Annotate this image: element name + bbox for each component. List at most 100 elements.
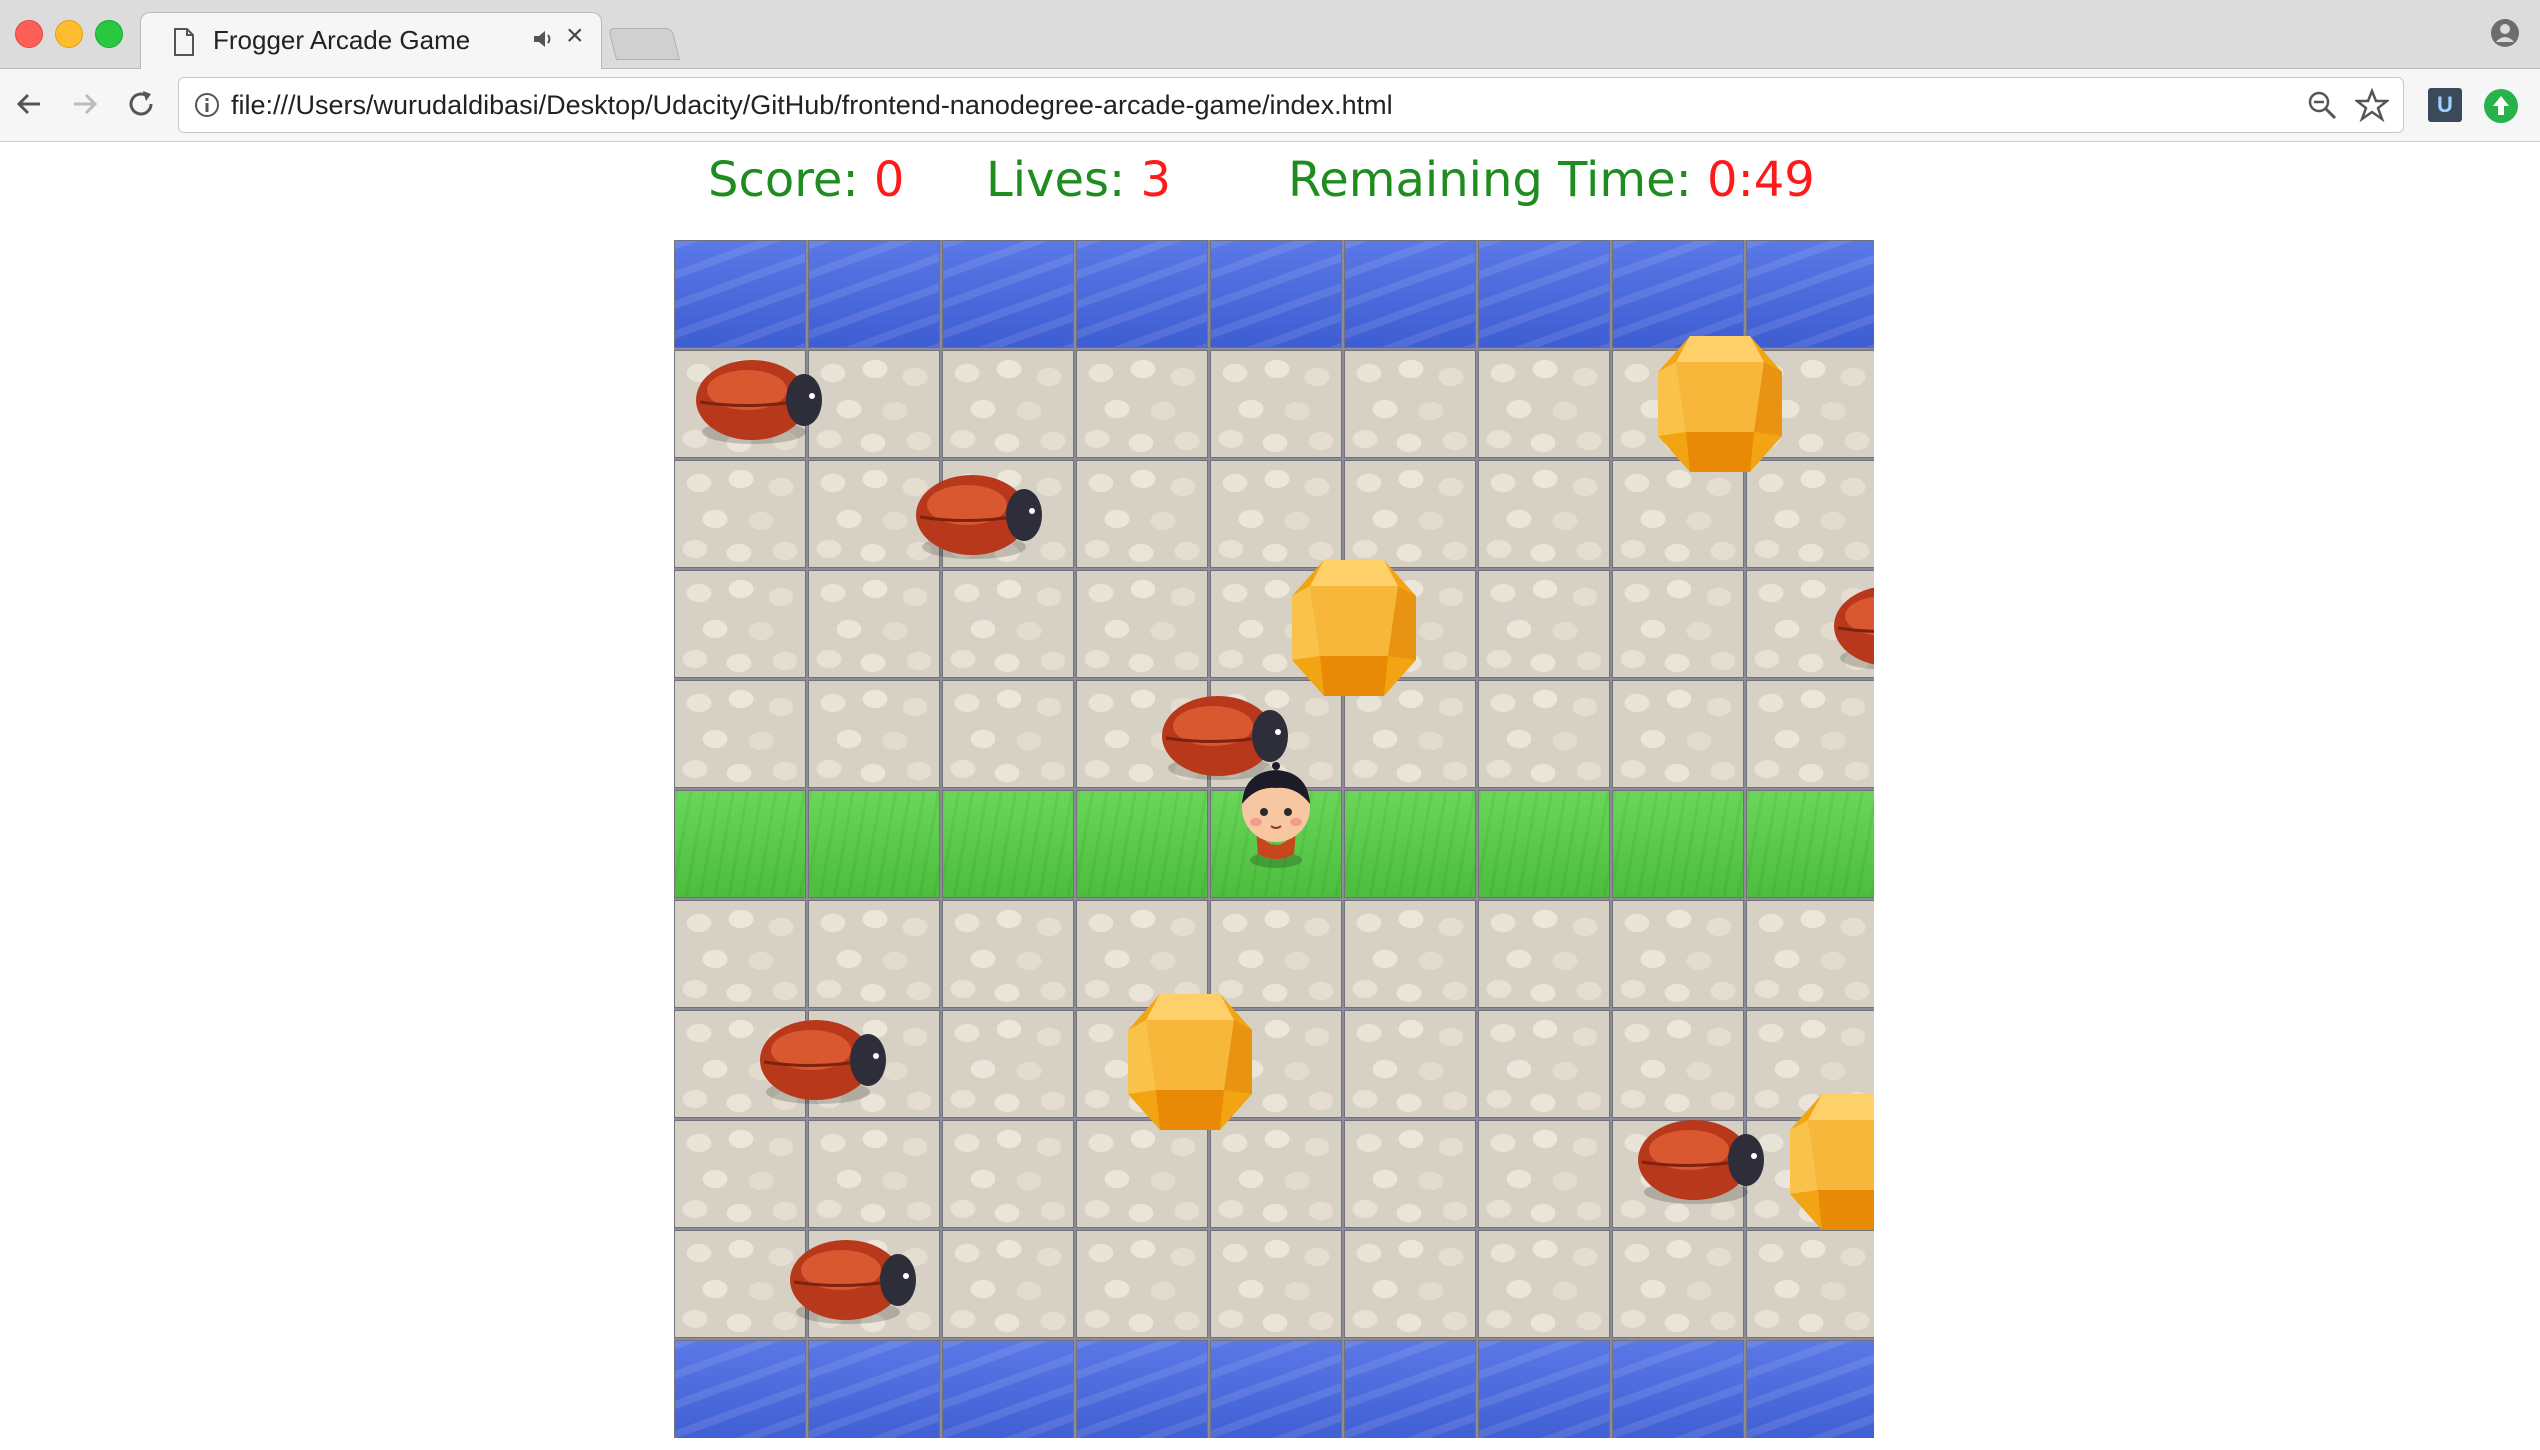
water-tile bbox=[808, 1340, 940, 1438]
player-character[interactable] bbox=[1226, 760, 1326, 870]
stone-tile bbox=[1344, 900, 1476, 1008]
back-icon[interactable] bbox=[12, 87, 46, 121]
stone-tile bbox=[1612, 1230, 1744, 1338]
stone-tile bbox=[808, 350, 940, 458]
stone-tile bbox=[942, 570, 1074, 678]
grass-tile bbox=[1076, 790, 1208, 898]
stone-tile bbox=[1612, 570, 1744, 678]
stone-tile bbox=[1210, 1120, 1342, 1228]
audio-icon[interactable] bbox=[531, 27, 555, 51]
stone-tile bbox=[1076, 1230, 1208, 1338]
stone-tile bbox=[1210, 1230, 1342, 1338]
gem-orange-icon bbox=[1790, 1094, 1874, 1230]
stone-tile bbox=[942, 900, 1074, 1008]
browser-toolbar: file:///Users/wurudaldibasi/Desktop/Udac… bbox=[0, 69, 2540, 142]
stone-tile bbox=[674, 1120, 806, 1228]
forward-icon[interactable] bbox=[68, 87, 102, 121]
stone-tile bbox=[942, 350, 1074, 458]
stone-tile bbox=[1344, 1230, 1476, 1338]
address-bar[interactable]: file:///Users/wurudaldibasi/Desktop/Udac… bbox=[178, 77, 2404, 133]
stone-tile bbox=[1478, 1120, 1610, 1228]
window-maximize-button[interactable] bbox=[95, 20, 123, 48]
info-icon[interactable] bbox=[193, 91, 221, 119]
game-board[interactable] bbox=[674, 240, 1874, 1438]
bug-enemy bbox=[696, 360, 822, 444]
water-tile bbox=[942, 1340, 1074, 1438]
game-hud: Score: 0 Lives: 3 Remaining Time: 0:49 bbox=[0, 152, 2540, 222]
stone-tile bbox=[1344, 350, 1476, 458]
stone-tile bbox=[1344, 1010, 1476, 1118]
bug-enemy bbox=[760, 1020, 886, 1104]
stone-tile bbox=[942, 680, 1074, 788]
stone-tile bbox=[674, 900, 806, 1008]
water-tile bbox=[1210, 1340, 1342, 1438]
zoom-icon[interactable] bbox=[2307, 90, 2337, 120]
grass-tile bbox=[1344, 790, 1476, 898]
stone-tile bbox=[1478, 1230, 1610, 1338]
stone-tile bbox=[1746, 900, 1874, 1008]
stone-tile bbox=[1076, 570, 1208, 678]
bug-enemy bbox=[1638, 1120, 1764, 1204]
tab-close-icon[interactable]: × bbox=[566, 21, 584, 51]
stone-tile bbox=[1612, 460, 1744, 568]
score-value: 0 bbox=[873, 152, 905, 208]
lives-value: 3 bbox=[1140, 152, 1172, 208]
water-tile bbox=[1746, 1340, 1874, 1438]
score-display: Score: 0 bbox=[708, 152, 904, 208]
new-tab-button[interactable] bbox=[608, 28, 680, 60]
page-icon bbox=[174, 28, 194, 56]
water-tile bbox=[674, 1340, 806, 1438]
stone-tile bbox=[674, 570, 806, 678]
stone-tile bbox=[1210, 460, 1342, 568]
water-tile bbox=[1076, 1340, 1208, 1438]
stone-tile bbox=[1076, 1120, 1208, 1228]
url-text[interactable]: file:///Users/wurudaldibasi/Desktop/Udac… bbox=[231, 90, 1393, 121]
bug-enemy bbox=[916, 475, 1042, 559]
stone-tile bbox=[1612, 680, 1744, 788]
stone-tile bbox=[808, 1120, 940, 1228]
browser-tab[interactable]: Frogger Arcade Game × bbox=[140, 12, 602, 70]
browser-tab-bar: Frogger Arcade Game × bbox=[0, 0, 2540, 70]
time-value: 0:49 bbox=[1707, 152, 1815, 208]
stone-tile bbox=[1344, 1120, 1476, 1228]
stone-tile bbox=[1478, 900, 1610, 1008]
stone-tile bbox=[942, 1120, 1074, 1228]
profile-icon[interactable] bbox=[2490, 18, 2520, 48]
bug-enemy bbox=[1834, 587, 1874, 670]
stone-tile bbox=[1746, 680, 1874, 788]
grass-tile bbox=[808, 790, 940, 898]
stone-tile bbox=[1076, 460, 1208, 568]
gem-orange-icon bbox=[1128, 994, 1252, 1130]
gem-orange-icon bbox=[1292, 560, 1416, 696]
grass-tile bbox=[942, 790, 1074, 898]
star-icon[interactable] bbox=[2355, 88, 2389, 122]
tab-title: Frogger Arcade Game bbox=[213, 25, 471, 55]
grass-tile bbox=[1478, 790, 1610, 898]
water-tile bbox=[1210, 240, 1342, 348]
reload-icon[interactable] bbox=[124, 87, 158, 121]
water-tile bbox=[808, 240, 940, 348]
stone-tile bbox=[1478, 460, 1610, 568]
stone-tile bbox=[1210, 350, 1342, 458]
grass-tile bbox=[674, 790, 806, 898]
water-tile bbox=[1344, 1340, 1476, 1438]
lives-display: Lives: 3 bbox=[986, 152, 1171, 208]
grass-tile bbox=[1612, 790, 1744, 898]
stone-tile bbox=[942, 1010, 1074, 1118]
stone-tile bbox=[1478, 570, 1610, 678]
stone-tile bbox=[808, 570, 940, 678]
bug-enemy bbox=[790, 1240, 916, 1324]
water-tile bbox=[1478, 1340, 1610, 1438]
time-display: Remaining Time: 0:49 bbox=[1288, 152, 1815, 208]
update-icon[interactable] bbox=[2484, 89, 2518, 123]
stone-tile bbox=[674, 460, 806, 568]
score-label: Score: bbox=[708, 152, 859, 208]
udacity-extension-icon[interactable]: U bbox=[2428, 88, 2462, 122]
stone-tile bbox=[942, 1230, 1074, 1338]
window-close-button[interactable] bbox=[15, 20, 43, 48]
water-tile bbox=[1612, 1340, 1744, 1438]
stone-tile bbox=[1478, 1010, 1610, 1118]
gem-orange-icon bbox=[1658, 336, 1782, 472]
window-minimize-button[interactable] bbox=[55, 20, 83, 48]
water-tile bbox=[674, 240, 806, 348]
